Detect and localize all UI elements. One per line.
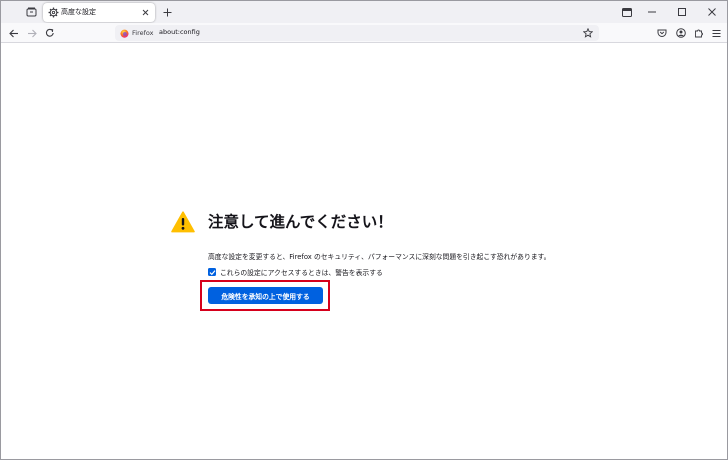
star-icon: [583, 28, 593, 38]
new-tab-button[interactable]: [159, 4, 175, 20]
firefox-view-button[interactable]: [22, 4, 40, 20]
tab-close-button[interactable]: [139, 6, 151, 18]
minimize-button[interactable]: [637, 1, 667, 23]
account-icon: [676, 28, 686, 38]
url-text[interactable]: about:config: [159, 28, 200, 36]
extensions-button[interactable]: [692, 26, 706, 40]
firefox-view-icon: [26, 7, 36, 17]
puzzle-icon: [695, 29, 703, 38]
pocket-icon: [657, 29, 667, 37]
back-button[interactable]: [7, 26, 21, 40]
close-icon: [708, 8, 716, 16]
tab-strip: 高度な設定: [1, 1, 727, 23]
reload-icon: [45, 28, 54, 37]
arrow-left-icon: [9, 29, 18, 37]
account-button[interactable]: [674, 26, 688, 40]
tab-title: 高度な設定: [61, 8, 96, 16]
maximize-button[interactable]: [667, 1, 697, 23]
warning-icon: [171, 211, 195, 233]
minimize-icon: [648, 11, 656, 13]
pocket-button[interactable]: [655, 26, 669, 40]
plus-icon: [163, 8, 171, 16]
accept-risk-button[interactable]: 危険性を承知の上で使用する: [208, 287, 323, 304]
window-controls: [637, 1, 727, 23]
page-content: 注意して進んでください！ 高度な設定を変更すると、Firefox のセキュリティ…: [1, 44, 727, 459]
address-bar[interactable]: Firefox about:config: [115, 25, 599, 41]
tab-list-icon: [622, 7, 632, 17]
list-all-tabs-button[interactable]: [617, 1, 637, 23]
maximize-icon: [678, 8, 686, 16]
show-warning-checkbox-row[interactable]: これらの設定にアクセスするときは、警告を表示する: [208, 267, 383, 277]
warning-description: 高度な設定を変更すると、Firefox のセキュリティ、パフォーマンスに深刻な問…: [208, 253, 551, 261]
close-icon: [142, 9, 148, 15]
checkmark-icon: [209, 269, 215, 275]
arrow-right-icon: [28, 29, 37, 37]
identity-label: Firefox: [132, 29, 154, 37]
show-warning-checkbox[interactable]: [208, 268, 216, 276]
forward-button[interactable]: [25, 26, 39, 40]
show-warning-checkbox-label[interactable]: これらの設定にアクセスするときは、警告を表示する: [220, 267, 383, 277]
browser-window: 高度な設定 Firefox about:config 注意して進んでください！ …: [0, 0, 728, 460]
window-close-button[interactable]: [697, 1, 727, 23]
firefox-logo-icon: [120, 29, 129, 38]
navigation-toolbar: Firefox about:config: [1, 23, 727, 43]
warning-heading: 注意して進んでください！: [208, 213, 393, 231]
bookmark-star-button[interactable]: [582, 27, 594, 39]
gear-icon: [48, 7, 59, 18]
tab-advanced-settings[interactable]: 高度な設定: [43, 3, 155, 22]
identity-box[interactable]: Firefox: [120, 27, 154, 39]
hamburger-menu-icon: [712, 29, 720, 37]
app-menu-button[interactable]: [709, 26, 723, 40]
reload-button[interactable]: [43, 26, 57, 40]
